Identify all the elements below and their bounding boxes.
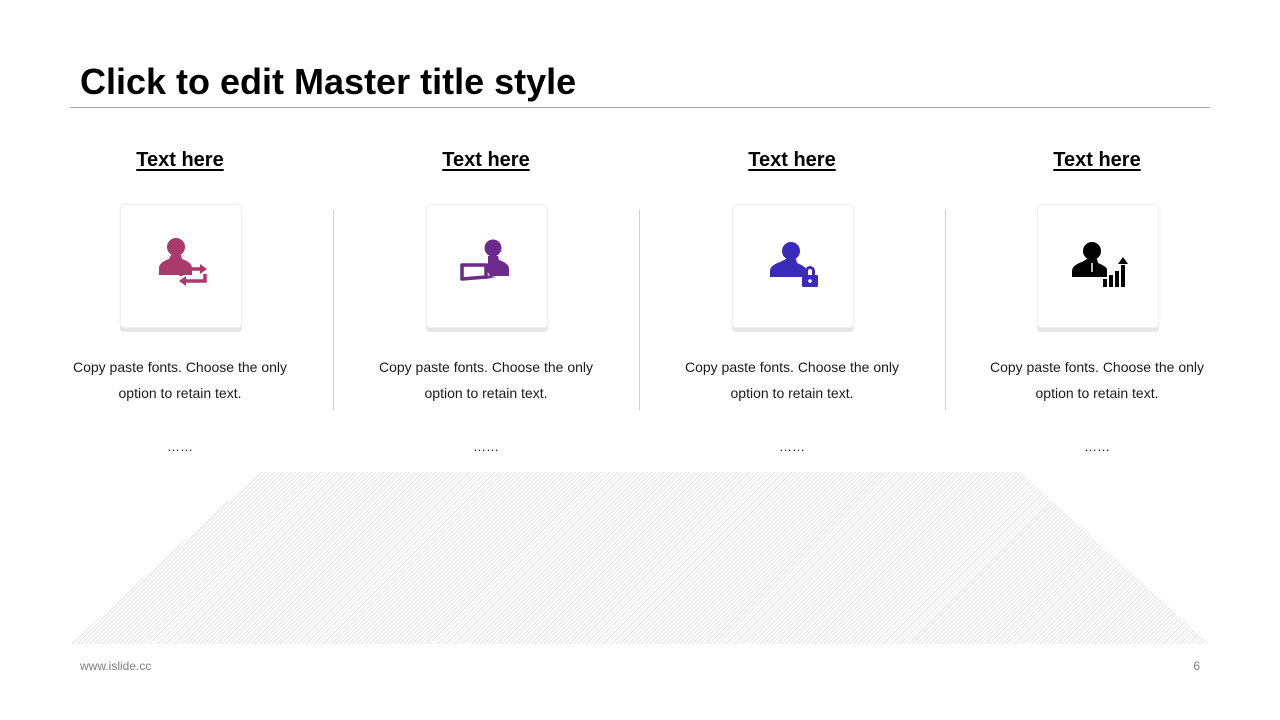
icon-card	[120, 204, 242, 328]
user-exchange-icon	[159, 238, 207, 286]
column-description[interactable]: Copy paste fonts. Choose the only option…	[987, 354, 1207, 406]
slide-title[interactable]: Click to edit Master title style	[80, 60, 576, 104]
page-number: 6	[1193, 659, 1200, 673]
title-divider	[70, 107, 1210, 108]
column-ellipsis: ……	[779, 439, 805, 454]
column-heading[interactable]: Text here	[136, 140, 223, 180]
column-heading[interactable]: Text here	[748, 140, 835, 180]
feature-column-3: Text here Copy paste fonts. Choose the o…	[682, 140, 902, 454]
icon-card	[732, 204, 854, 328]
column-ellipsis: ……	[167, 439, 193, 454]
column-heading[interactable]: Text here	[1053, 140, 1140, 180]
column-ellipsis: ……	[473, 439, 499, 454]
column-heading[interactable]: Text here	[442, 140, 529, 180]
feature-column-2: Text here Copy paste fonts. Choose the o…	[376, 140, 596, 454]
slide: Click to edit Master title style Text he…	[0, 0, 1280, 720]
column-divider	[639, 210, 640, 410]
feature-column-4: Text here Copy paste fonts. Choose the o…	[987, 140, 1207, 454]
user-laptop-icon	[460, 239, 509, 281]
perspective-floor-decoration	[70, 472, 1210, 644]
icon-card	[426, 204, 548, 328]
footer-url: www.islide.cc	[80, 659, 152, 673]
icon-card	[1037, 204, 1159, 328]
feature-column-1: Text here Copy paste fonts. Choose the o…	[70, 140, 290, 454]
column-divider	[945, 210, 946, 410]
column-description[interactable]: Copy paste fonts. Choose the only option…	[376, 354, 596, 406]
column-description[interactable]: Copy paste fonts. Choose the only option…	[70, 354, 290, 406]
column-description[interactable]: Copy paste fonts. Choose the only option…	[682, 354, 902, 406]
user-lock-icon	[770, 242, 818, 287]
user-growth-chart-icon	[1072, 242, 1128, 287]
column-divider	[333, 210, 334, 410]
column-ellipsis: ……	[1084, 439, 1110, 454]
